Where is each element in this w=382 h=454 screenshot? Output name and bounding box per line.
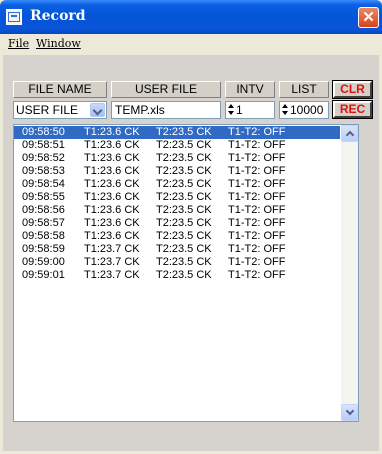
user-file-input[interactable]: TEMP.xls [111,101,221,119]
record-diff: T1-T2: OFF [228,152,286,164]
record-time: 09:58:58 [22,230,65,242]
scroll-up-icon[interactable] [341,125,358,142]
record-diff: T1-T2: OFF [228,217,286,229]
record-diff: T1-T2: OFF [228,191,286,203]
record-diff: T1-T2: OFF [228,126,286,138]
record-t2: T2:23.5 CK [156,191,212,203]
record-time: 09:58:57 [22,217,65,229]
intv-spinner[interactable]: 1 [225,101,275,119]
record-diff: T1-T2: OFF [228,243,286,255]
window-title: Record [30,8,86,24]
record-diff: T1-T2: OFF [228,178,286,190]
file-type-select[interactable]: USER FILE [13,101,107,119]
record-t2: T2:23.5 CK [156,178,212,190]
record-diff: T1-T2: OFF [228,204,286,216]
record-t1: T1:23.7 CK [84,256,140,268]
record-t2: T2:23.5 CK [156,152,212,164]
file-name-header: FILE NAME [13,81,107,98]
scrollbar[interactable] [341,125,358,421]
record-t2: T2:23.5 CK [156,139,212,151]
list-value: 10000 [290,103,324,117]
record-diff: T1-T2: OFF [228,165,286,177]
record-time: 09:58:54 [22,178,65,190]
record-time: 09:58:51 [22,139,65,151]
list-item[interactable]: 09:58:55 T1:23.6 CK T2:23.5 CK T1-T2: OFF [14,191,340,204]
list-item[interactable]: 09:58:51 T1:23.6 CK T2:23.5 CK T1-T2: OFF [14,139,340,152]
list-header: LIST [279,81,329,98]
record-t1: T1:23.7 CK [84,269,140,281]
list-item[interactable]: 09:58:53 T1:23.6 CK T2:23.5 CK T1-T2: OFF [14,165,340,178]
record-t2: T2:23.5 CK [156,230,212,242]
file-type-value: USER FILE [16,103,79,117]
list-item[interactable]: 09:58:57 T1:23.6 CK T2:23.5 CK T1-T2: OFF [14,217,340,230]
record-t1: T1:23.6 CK [84,230,140,242]
record-time: 09:58:53 [22,165,65,177]
spin-arrows-icon[interactable] [281,103,288,117]
record-time: 09:58:50 [22,126,65,138]
list-item[interactable]: 09:58:54 T1:23.6 CK T2:23.5 CK T1-T2: OFF [14,178,340,191]
record-t1: T1:23.6 CK [84,191,140,203]
list-item[interactable]: 09:58:56 T1:23.6 CK T2:23.5 CK T1-T2: OFF [14,204,340,217]
intv-value: 1 [236,103,243,117]
record-t1: T1:23.7 CK [84,243,140,255]
record-t2: T2:23.5 CK [156,126,212,138]
list-item[interactable]: 09:58:52 T1:23.6 CK T2:23.5 CK T1-T2: OFF [14,152,340,165]
record-diff: T1-T2: OFF [228,256,286,268]
list-item[interactable]: 09:58:58 T1:23.6 CK T2:23.5 CK T1-T2: OFF [14,230,340,243]
record-t1: T1:23.6 CK [84,204,140,216]
record-time: 09:58:56 [22,204,65,216]
record-t2: T2:23.5 CK [156,204,212,216]
record-t1: T1:23.6 CK [84,217,140,229]
record-diff: T1-T2: OFF [228,230,286,242]
intv-header: INTV [225,81,275,98]
record-time: 09:58:55 [22,191,65,203]
record-t2: T2:23.5 CK [156,165,212,177]
menu-window[interactable]: Window [36,37,81,50]
record-time: 09:58:59 [22,243,65,255]
list-item[interactable]: 09:59:00 T1:23.7 CK T2:23.5 CK T1-T2: OFF [14,256,340,269]
record-time: 09:59:00 [22,256,65,268]
title-bar[interactable]: Record ✕ [0,0,382,34]
record-t1: T1:23.6 CK [84,152,140,164]
list-item[interactable]: 09:58:50 T1:23.6 CK T2:23.5 CK T1-T2: OFF [14,126,340,139]
close-button[interactable]: ✕ [358,7,379,28]
list-spinner[interactable]: 10000 [279,101,329,119]
record-button[interactable]: REC [332,100,373,119]
list-item[interactable]: 09:58:59 T1:23.7 CK T2:23.5 CK T1-T2: OFF [14,243,340,256]
clear-button[interactable]: CLR [332,80,373,99]
record-t2: T2:23.5 CK [156,217,212,229]
record-t1: T1:23.6 CK [84,126,140,138]
record-list[interactable]: 09:58:50 T1:23.6 CK T2:23.5 CK T1-T2: OFF 09… [13,124,359,422]
record-time: 09:58:52 [22,152,65,164]
app-icon [6,9,22,25]
list-item[interactable]: 09:59:01 T1:23.7 CK T2:23.5 CK T1-T2: OFF [14,269,340,282]
record-t2: T2:23.5 CK [156,256,212,268]
record-t2: T2:23.5 CK [156,269,212,281]
record-time: 09:59:01 [22,269,65,281]
chevron-down-icon[interactable] [90,103,105,117]
menu-bar: File Window [3,34,379,53]
record-diff: T1-T2: OFF [228,269,286,281]
scroll-down-icon[interactable] [341,404,358,421]
user-file-header: USER FILE [111,81,221,98]
record-t1: T1:23.6 CK [84,139,140,151]
record-t2: T2:23.5 CK [156,243,212,255]
user-file-value: TEMP.xls [115,103,165,117]
record-t1: T1:23.6 CK [84,178,140,190]
record-t1: T1:23.6 CK [84,165,140,177]
spin-arrows-icon[interactable] [227,103,234,117]
record-diff: T1-T2: OFF [228,139,286,151]
menu-file[interactable]: File [8,37,29,50]
